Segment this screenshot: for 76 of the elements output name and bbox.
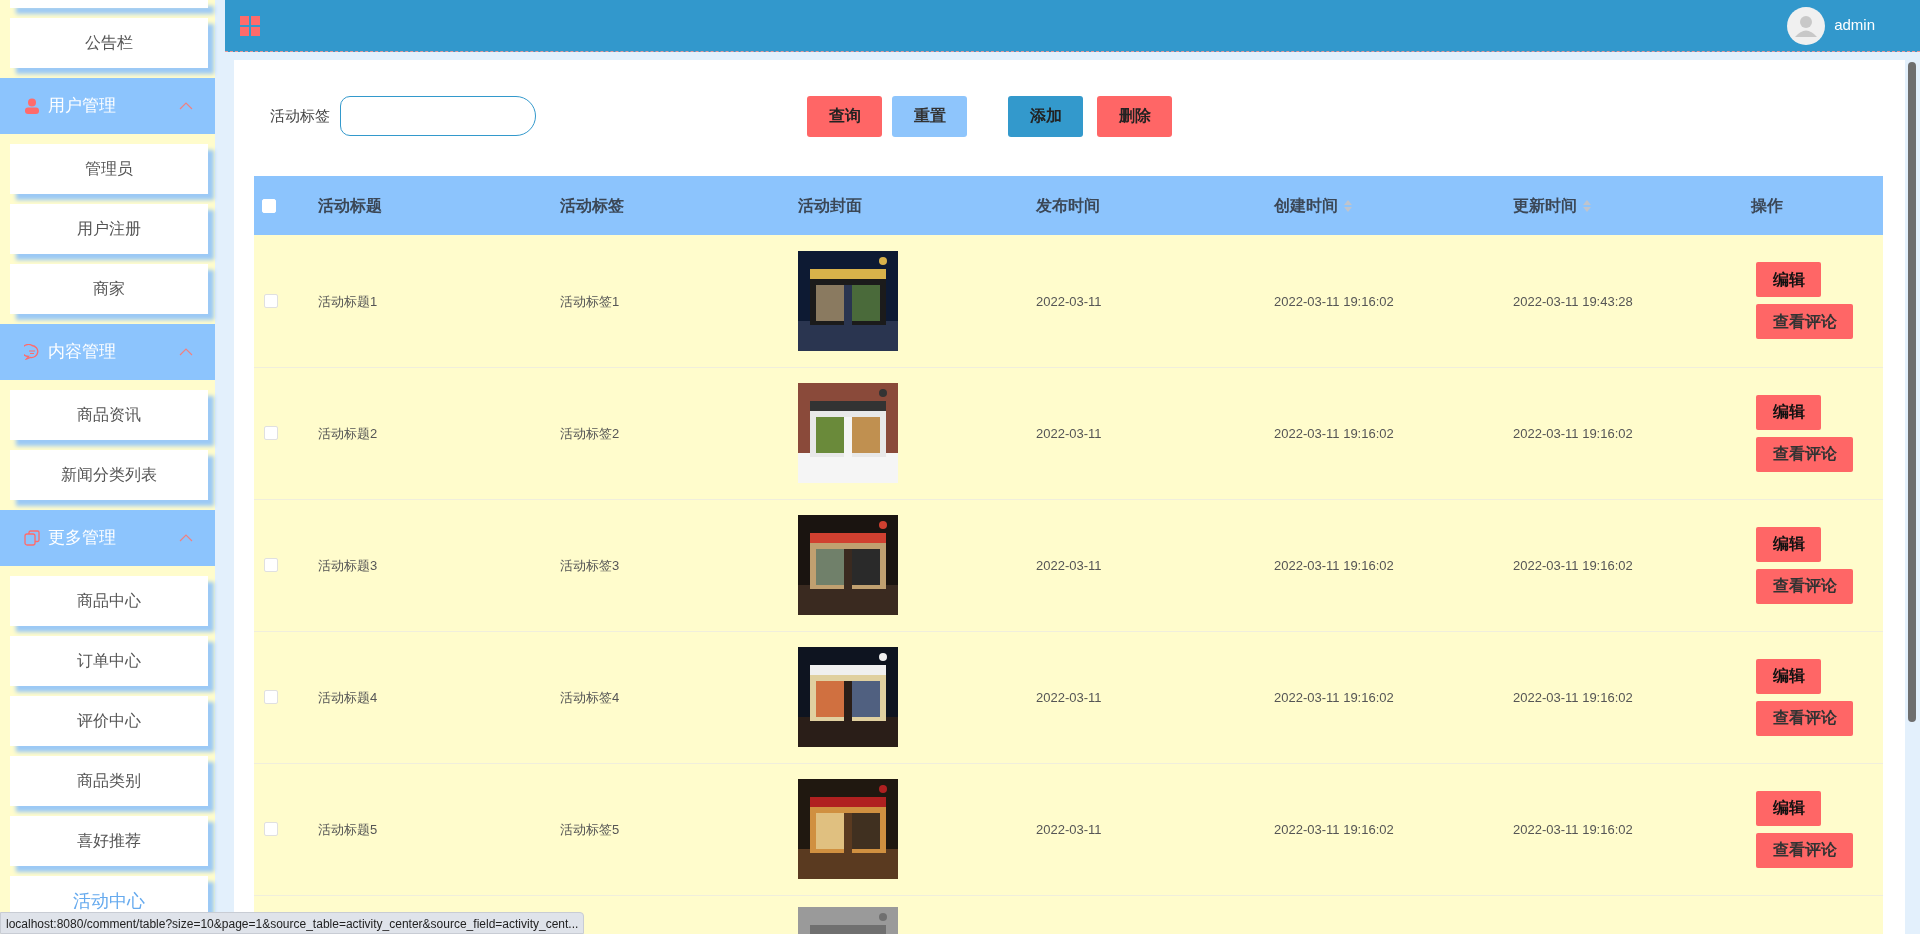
chevron-up-icon (179, 102, 193, 110)
table-cell: 2022-03-11 (1036, 426, 1102, 441)
table-cell: 2022-03-11 (1036, 293, 1102, 309)
copy-icon (24, 530, 40, 546)
url-tooltip: localhost:8080/comment/table?size=10&page=1&source_table=activity_center&source_field=activity_cent... (0, 912, 585, 934)
table-cell: 2022-03-11 19:16:02 (1513, 822, 1633, 837)
table-cell: 活动标题4 (318, 690, 378, 705)
column-header: 创建时间 (1274, 195, 1338, 216)
chat-icon (24, 344, 40, 360)
table-cell: 2022-03-11 19:16:02 (1513, 690, 1633, 705)
table-cell: 活动标签3 (560, 558, 620, 573)
comments-button[interactable]: 查看评论 (1756, 700, 1853, 736)
checkbox[interactable] (264, 822, 278, 836)
table-cell: 2022-03-11 19:16:02 (1513, 426, 1633, 441)
table-cell: 2022-03-11 19:43:28 (1513, 293, 1633, 309)
action-button[interactable]: 查询 (807, 95, 882, 137)
field-label: 活动标签 (270, 105, 330, 126)
column-header: 更新时间 (1513, 195, 1577, 216)
comments-button[interactable]: 查看评论 (1756, 436, 1853, 472)
grid-icon[interactable] (240, 15, 260, 36)
action-button[interactable]: 重置 (892, 95, 967, 137)
table-cell: 活动标签1 (560, 293, 620, 309)
menu-item[interactable]: 新闻分类列表 (10, 450, 208, 500)
table-cell: 2022-03-11 19:16:02 (1274, 426, 1394, 441)
menu-item[interactable]: 订单中心 (10, 636, 208, 686)
chevron-up-icon (179, 534, 193, 542)
table-cell: 2022-03-11 (1036, 822, 1102, 837)
table-cell: 2022-03-11 (1036, 690, 1102, 705)
menu-item[interactable]: 用户注册 (10, 204, 208, 254)
table-cell: 活动标签4 (560, 690, 620, 705)
table-cell: 活动标题1 (318, 293, 378, 309)
table-cell: 2022-03-11 19:16:02 (1274, 293, 1394, 309)
edit-button[interactable]: 编辑 (1756, 394, 1821, 430)
column-header: 活动标题 (318, 195, 382, 216)
table-cell: 活动标签5 (560, 822, 620, 837)
edit-button[interactable]: 编辑 (1756, 262, 1821, 298)
menu-item[interactable]: 公告栏 (10, 18, 208, 68)
checkbox[interactable] (264, 690, 278, 704)
edit-button[interactable]: 编辑 (1756, 526, 1821, 562)
checkbox[interactable] (264, 426, 278, 440)
column-header: 活动封面 (798, 195, 862, 216)
table-cell: 活动标签2 (560, 426, 620, 441)
table-cell: 2022-03-11 19:16:02 (1274, 822, 1394, 837)
table-cell: 活动标题2 (318, 426, 378, 441)
sort-icon[interactable] (1583, 199, 1591, 212)
menu-item[interactable]: 管理员 (10, 144, 208, 194)
search-field[interactable] (340, 96, 536, 136)
menu-item[interactable]: 商品类别 (10, 756, 208, 806)
checkbox[interactable] (264, 293, 278, 308)
action-button[interactable]: 删除 (1097, 95, 1172, 137)
person-icon (24, 98, 40, 114)
table-cell: 活动标题3 (318, 558, 378, 573)
column-header: 发布时间 (1036, 195, 1100, 216)
edit-button[interactable]: 编辑 (1756, 790, 1821, 826)
menu-item[interactable]: 喜好推荐 (10, 816, 208, 866)
checkbox[interactable] (264, 558, 278, 572)
comments-button[interactable]: 查看评论 (1756, 568, 1853, 604)
action-button[interactable]: 添加 (1008, 95, 1083, 137)
table-cell: 2022-03-11 19:16:02 (1274, 690, 1394, 705)
chevron-up-icon (179, 348, 193, 356)
menu-item[interactable]: 商品中心 (10, 576, 208, 626)
column-header: 操作 (1751, 195, 1783, 216)
column-header: 活动标签 (560, 195, 624, 216)
table-cell: 2022-03-11 19:16:02 (1513, 558, 1633, 573)
comments-button[interactable]: 查看评论 (1756, 832, 1853, 868)
comments-button[interactable]: 查看评论 (1756, 304, 1853, 340)
menu-item[interactable]: 评价中心 (10, 696, 208, 746)
menu-item[interactable]: 商家 (10, 264, 208, 314)
scrollbar-thumb[interactable] (1908, 62, 1916, 722)
sort-icon[interactable] (1344, 199, 1352, 212)
table-cell: 2022-03-11 19:16:02 (1274, 558, 1394, 573)
edit-button[interactable]: 编辑 (1756, 658, 1821, 694)
avatar-icon[interactable] (1787, 6, 1826, 45)
table-cell: 2022-03-11 (1036, 558, 1102, 573)
table-cell: 活动标题5 (318, 822, 378, 837)
menu-item[interactable]: 商品资讯 (10, 390, 208, 440)
